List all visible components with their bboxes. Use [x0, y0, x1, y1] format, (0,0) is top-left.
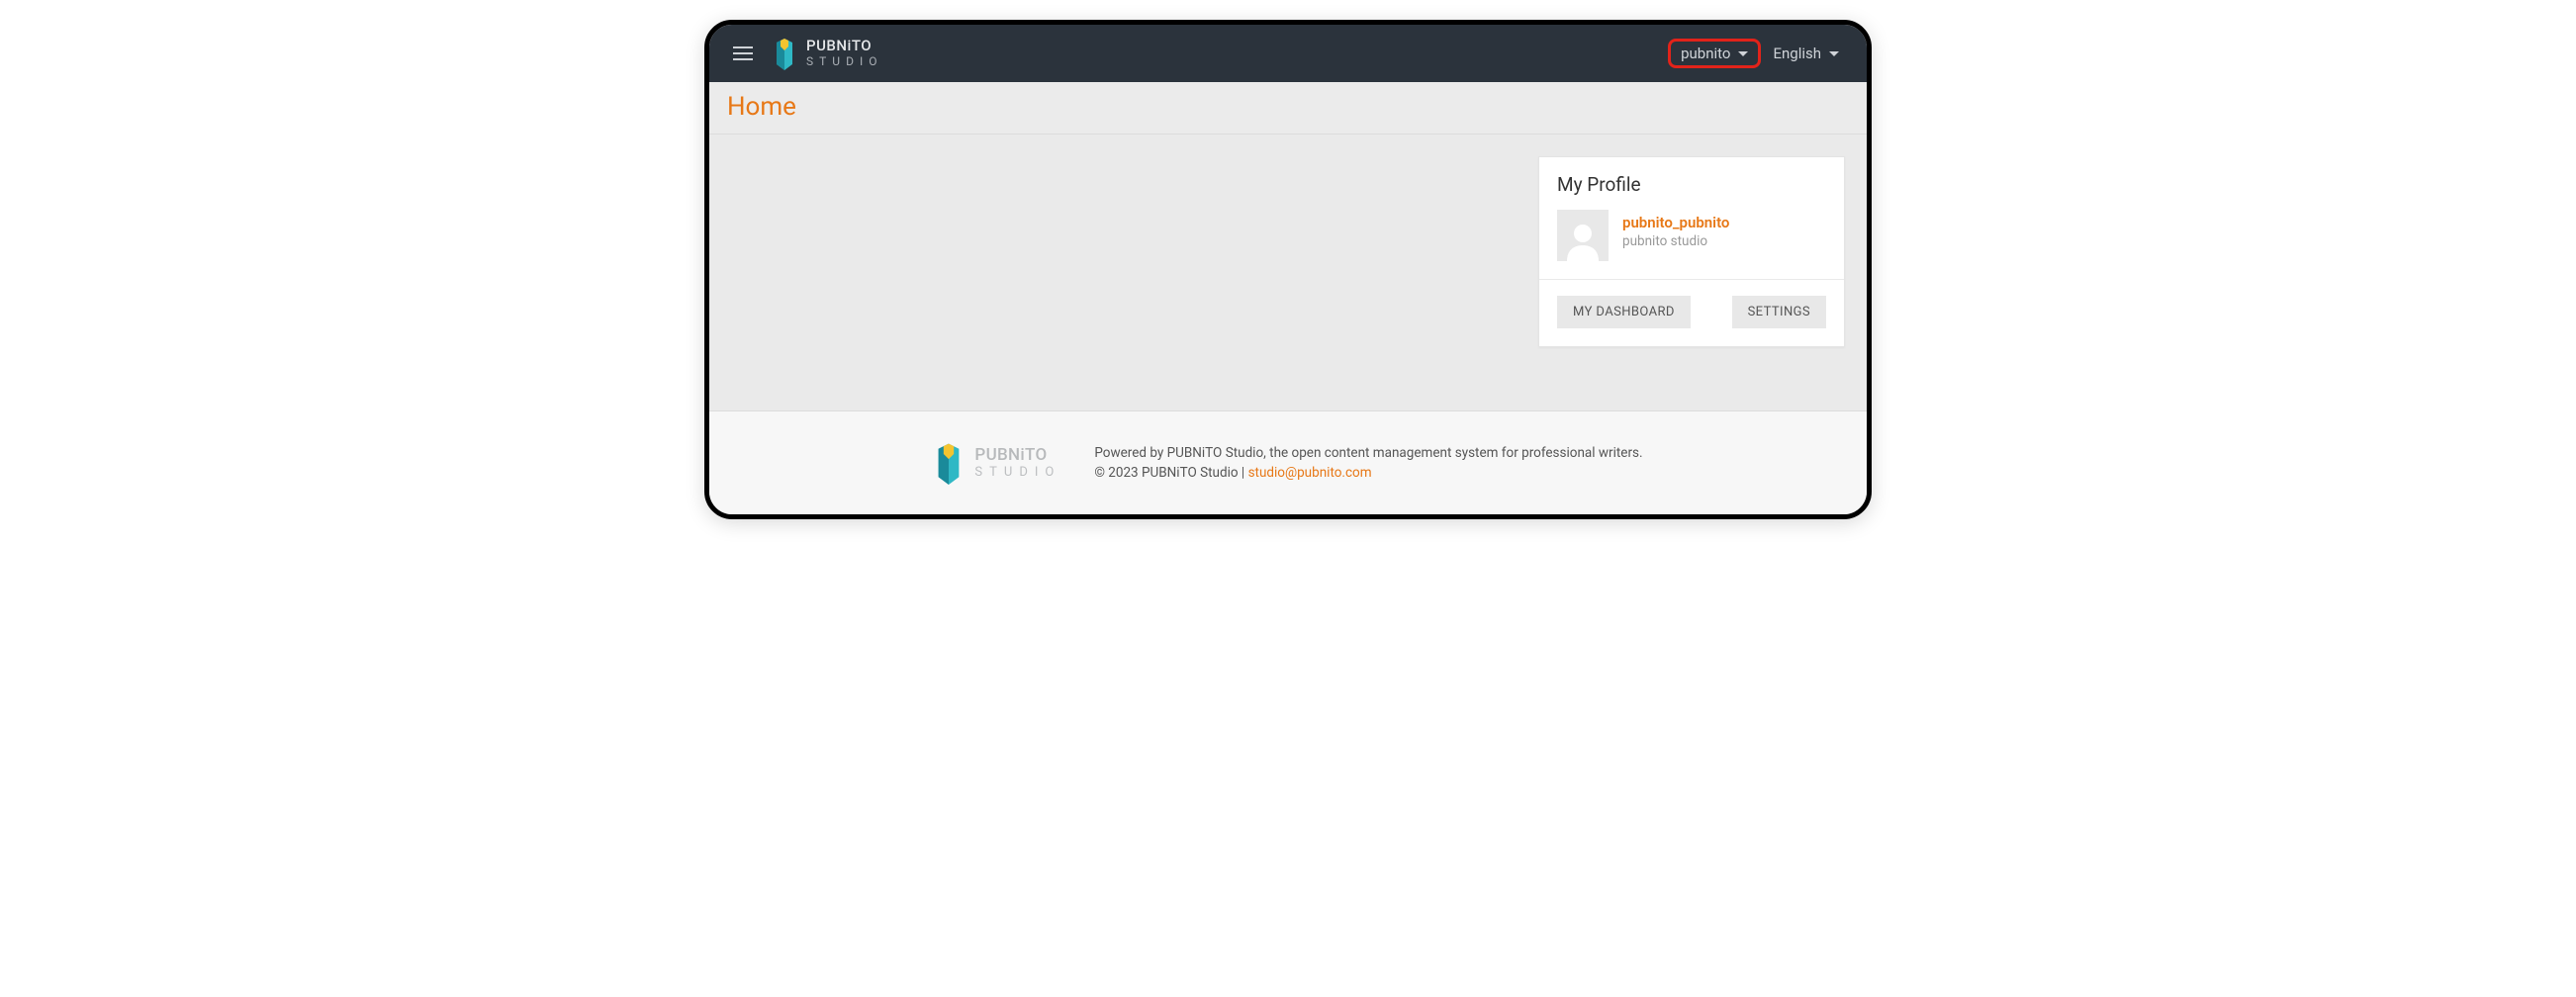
footer-copyright-line: © 2023 PUBNiTO Studio | studio@pubnito.c… — [1094, 465, 1642, 481]
caret-down-icon — [1738, 51, 1748, 56]
profile-card: My Profile pubnito_pubnito pubnito studi… — [1538, 156, 1845, 347]
my-dashboard-button[interactable]: MY DASHBOARD — [1557, 296, 1691, 328]
hamburger-menu-icon[interactable] — [725, 39, 761, 68]
pubnito-logo-icon — [773, 37, 796, 70]
profile-card-title: My Profile — [1539, 157, 1844, 210]
brand-logo[interactable]: PUBNiTO STUDIO — [773, 37, 882, 70]
pubnito-logo-icon — [933, 441, 965, 485]
header-bar: PUBNiTO STUDIO pubnito English — [709, 25, 1867, 82]
footer: PUBNiTO STUDIO Powered by PUBNiTO Studio… — [709, 411, 1867, 514]
user-dropdown-label: pubnito — [1681, 45, 1730, 62]
brand-subtitle: STUDIO — [806, 55, 882, 68]
avatar-placeholder-icon — [1561, 218, 1605, 261]
page-title-bar: Home — [709, 82, 1867, 135]
language-dropdown-label: English — [1773, 45, 1821, 62]
settings-button[interactable]: SETTINGS — [1732, 296, 1826, 328]
profile-actions: MY DASHBOARD SETTINGS — [1539, 279, 1844, 346]
app-frame: PUBNiTO STUDIO pubnito English Home My P… — [704, 20, 1872, 519]
profile-username[interactable]: pubnito_pubnito — [1622, 214, 1729, 231]
content-area: My Profile pubnito_pubnito pubnito studi… — [709, 135, 1867, 411]
footer-logo[interactable]: PUBNiTO STUDIO — [933, 441, 1060, 485]
footer-brand-subtitle: STUDIO — [974, 466, 1060, 480]
footer-text: Powered by PUBNiTO Studio, the open cont… — [1094, 445, 1642, 481]
caret-down-icon — [1829, 51, 1839, 56]
page-title: Home — [727, 92, 1849, 122]
footer-tagline: Powered by PUBNiTO Studio, the open cont… — [1094, 445, 1642, 461]
profile-org: pubnito studio — [1622, 233, 1729, 249]
avatar — [1557, 210, 1609, 261]
footer-email-link[interactable]: studio@pubnito.com — [1248, 465, 1372, 481]
footer-copyright: © 2023 PUBNiTO Studio | — [1094, 465, 1247, 481]
profile-user-row: pubnito_pubnito pubnito studio — [1539, 210, 1844, 279]
footer-brand-name: PUBNiTO — [974, 447, 1060, 465]
user-dropdown[interactable]: pubnito — [1668, 39, 1761, 68]
brand-name: PUBNiTO — [806, 39, 882, 54]
language-dropdown[interactable]: English — [1761, 39, 1851, 68]
